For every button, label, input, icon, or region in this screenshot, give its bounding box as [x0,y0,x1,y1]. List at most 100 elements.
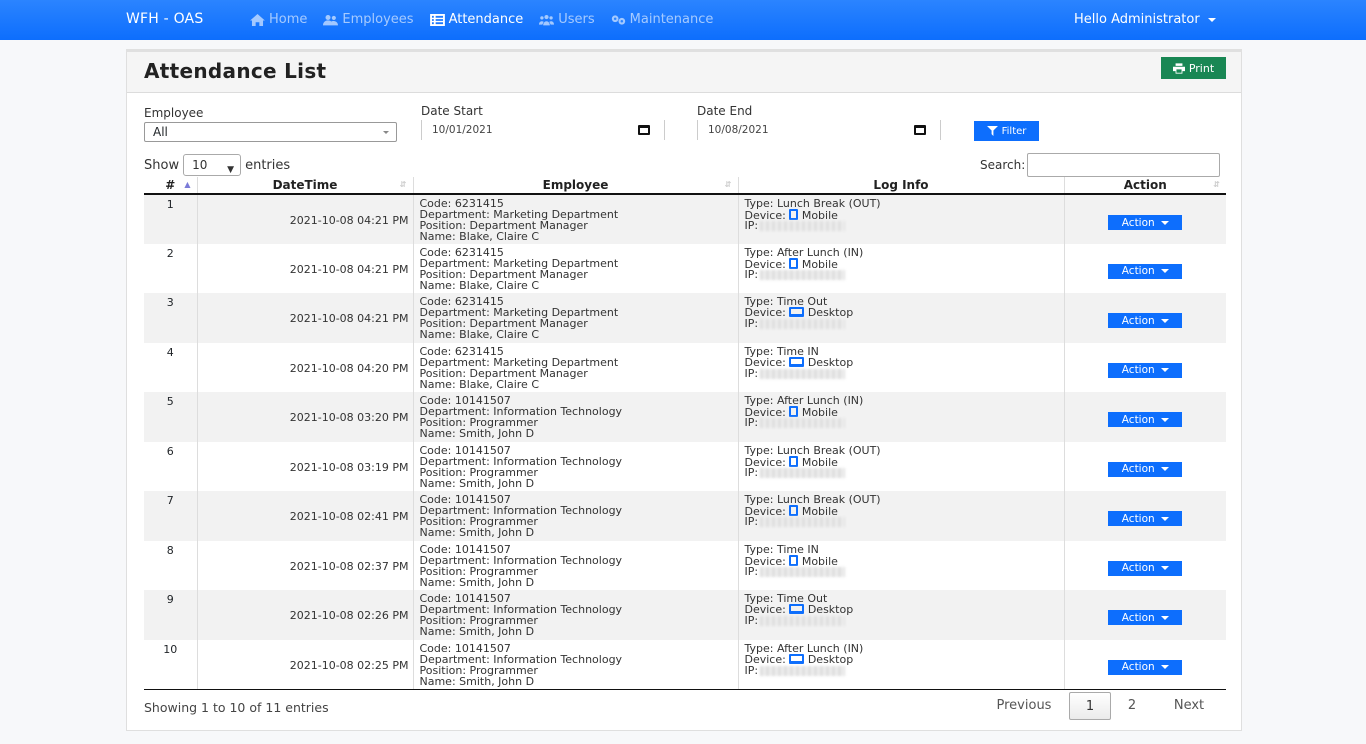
users-icon [323,14,339,25]
device-value: Desktop [807,355,854,369]
entries-length-control: Show 10 ▼ entries [144,154,290,176]
action-label: Action [1121,265,1155,277]
action-dropdown-button[interactable]: Action [1108,313,1183,328]
pagination-page-1[interactable]: 1 [1069,692,1111,720]
nav-home-label: Home [269,12,308,27]
entries-label: entries [245,157,291,173]
nav-home[interactable]: Home [250,12,307,27]
log-device: Device: Mobile [745,505,1064,517]
employee-select[interactable]: All [144,122,397,142]
employee-name: Name: Smith, John D [419,476,535,490]
print-button[interactable]: Print [1161,57,1226,79]
action-label: Action [1121,314,1155,327]
log-type: Type: Lunch Break (OUT) [744,443,881,457]
user-dropdown[interactable]: Hello Administrator [1074,12,1216,27]
column-header-employee[interactable]: Employee ⇵ [413,177,739,195]
mobile-icon [789,406,799,417]
nav-attendance[interactable]: Attendance [429,12,523,27]
log-device: Device: Mobile [745,406,1064,418]
caret-down-icon [1160,220,1169,225]
caret-down-icon [1160,318,1169,323]
row-number: 4 [144,342,198,392]
employee-code: Code: 6231415 [419,245,504,259]
action-label: Action [1121,463,1155,475]
caret-down-icon [1160,467,1169,471]
action-dropdown-button[interactable]: Action [1108,511,1183,526]
log-device: Device: Mobile [745,257,1064,270]
action-label: Action [1121,364,1155,376]
mobile-icon [789,209,799,220]
employee-code: Code: 10141507 [419,542,511,556]
employee-code: Code: 10141507 [419,443,511,457]
action-dropdown-button[interactable]: Action [1108,215,1183,230]
column-header-datetime[interactable]: DateTime ⇵ [197,177,414,195]
nav-employees-label: Employees [342,12,414,27]
column-label: DateTime [272,178,338,192]
calendar-icon[interactable] [638,125,650,135]
row-number: 8 [144,540,198,590]
calendar-icon[interactable] [914,125,926,135]
date-end-input[interactable]: 10/08/2021 [697,120,941,140]
pagination-next[interactable]: Next [1153,692,1225,720]
pagination: Previous 1 2 Next [979,692,1225,720]
date-start-input[interactable]: 10/01/2021 [421,120,665,140]
nav-maintenance[interactable]: Maintenance [611,12,713,27]
action-dropdown-button[interactable]: Action [1108,362,1183,378]
entries-length-value: 10 [192,158,208,172]
filter-label: Filter [1001,125,1027,137]
log-device: Device: Desktop [745,652,1064,666]
ip-redacted [760,665,846,676]
nav-employees[interactable]: Employees [323,12,414,27]
log-ip: IP: [745,220,1064,231]
action-dropdown-button[interactable]: Action [1108,263,1183,279]
mobile-icon [789,455,799,467]
table-row: 5 2021-10-08 03:20 PM Code: 10141507 Depart… [144,392,1226,442]
log-device: Device: Mobile [745,455,1064,468]
sort-icon: ⇵ [399,180,407,189]
row-log-info: Type: Time Out Device: Desktop IP: [738,293,1065,343]
column-header-action[interactable]: Action ⇵ [1064,177,1226,195]
search-input[interactable] [1027,153,1221,177]
action-dropdown-button[interactable]: Action [1108,610,1183,625]
caret-down-icon [1160,615,1169,620]
desktop-icon [789,604,805,614]
filter-button[interactable]: Filter [974,121,1039,141]
log-ip: IP: [745,467,1064,478]
table-list-icon [429,13,445,26]
row-log-info: Type: Lunch Break (OUT) Device: Mobile IP: [738,441,1065,491]
action-dropdown-button[interactable]: Action [1108,461,1183,477]
attendance-card: Attendance List Print Employee All Date … [126,49,1242,731]
pagination-previous[interactable]: Previous [979,692,1069,720]
row-action: Action [1064,639,1226,690]
ip-redacted [760,418,846,428]
action-label: Action [1121,661,1155,673]
row-number: 3 [144,293,198,343]
row-number: 5 [144,392,198,442]
log-ip: IP: [745,615,1064,626]
column-header-log-info[interactable]: Log Info [738,177,1065,195]
log-ip: IP: [745,566,1064,577]
action-dropdown-button[interactable]: Action [1108,659,1183,675]
table-row: 1 2021-10-08 04:21 PM Code: 6231415 Departm… [144,194,1226,244]
row-log-info: Type: After Lunch (IN) Device: Mobile IP: [738,243,1065,293]
nav-links: Home Employees Attendance Users Maintena… [250,12,713,27]
brand-logo[interactable]: WFH - OAS [126,11,203,27]
action-dropdown-button[interactable]: Action [1108,560,1183,576]
entries-length-select[interactable]: 10 ▼ [183,154,242,176]
action-dropdown-button[interactable]: Action [1108,412,1183,427]
row-number: 6 [144,441,198,491]
log-device: Device: Mobile [745,209,1064,221]
row-datetime: 2021-10-08 03:19 PM [197,441,414,491]
ip-redacted [760,269,846,280]
row-action: Action [1064,441,1226,491]
column-header-number[interactable]: # ▲ [144,177,198,195]
device-value: Desktop [807,652,854,666]
pagination-page-2[interactable]: 2 [1111,692,1153,720]
action-label: Action [1121,562,1155,574]
employee-name: Name: Smith, John D [419,674,535,688]
nav-users[interactable]: Users [539,12,595,27]
top-navbar: WFH - OAS Home Employees Attendance User… [0,0,1366,40]
employee-name: Name: Blake, Claire C [419,230,540,243]
employee-department: Department: Marketing Department [419,256,619,270]
action-label: Action [1121,512,1155,525]
